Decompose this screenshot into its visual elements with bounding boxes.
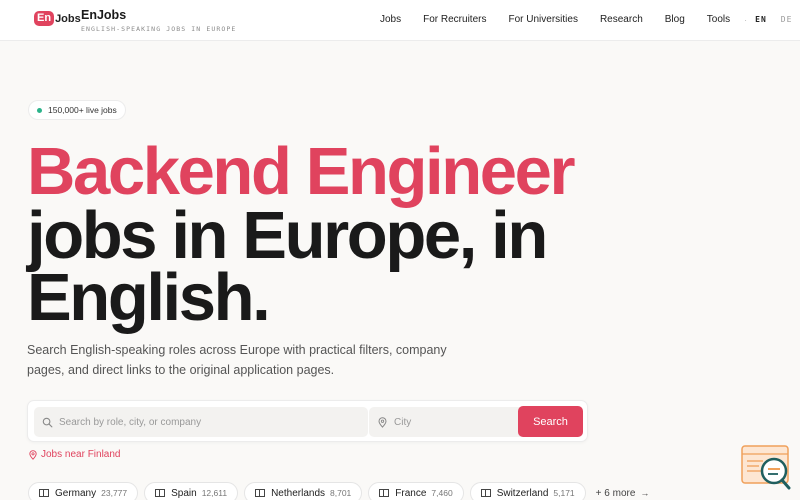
nav-separator: · [744, 14, 748, 25]
logo-en-mark: En [34, 11, 55, 26]
nav-blog[interactable]: Blog [665, 14, 685, 25]
country-chip-spain[interactable]: Spain 12,611 [144, 482, 239, 500]
brand-name[interactable]: EnJobs [81, 8, 126, 22]
search-icon [42, 417, 53, 427]
country-name: France [395, 487, 427, 499]
nav-tools[interactable]: Tools [707, 14, 730, 25]
country-count: 8,701 [330, 488, 352, 498]
search-button[interactable]: Search [518, 406, 583, 437]
flag-icon [255, 489, 266, 497]
jobs-near-link[interactable]: Jobs near Finland [28, 449, 121, 460]
live-jobs-badge: 150,000+ live jobs [28, 100, 126, 120]
map-pin-icon [29, 449, 37, 460]
jobs-near-label: Jobs near Finland [41, 449, 121, 460]
country-chip-switzerland[interactable]: Switzerland 5,171 [469, 482, 586, 500]
country-name: Spain [171, 487, 197, 499]
main-nav: Jobs For Recruiters For Universities Res… [380, 14, 792, 25]
search-form: Search by role, city, or company City Se… [27, 400, 588, 442]
city-placeholder: City [394, 416, 412, 428]
logo-jobs-text: Jobs [55, 12, 81, 25]
city-input[interactable]: City [369, 407, 539, 437]
nav-for-recruiters[interactable]: For Recruiters [423, 14, 486, 25]
live-status-dot [37, 107, 42, 113]
live-jobs-text: 150,000+ live jobs [48, 105, 117, 115]
country-chip-germany[interactable]: Germany 23,777 [28, 482, 139, 500]
flag-icon [39, 489, 49, 497]
country-name: Netherlands [271, 487, 325, 499]
map-pin-icon [378, 416, 387, 428]
country-chips: Germany 23,777 Spain 12,611 Netherlands … [28, 482, 659, 500]
hero-subtitle: Search English-speaking roles across Eur… [27, 343, 447, 377]
country-count: 23,777 [101, 488, 128, 498]
country-count: 7,460 [431, 488, 453, 498]
flag-icon [155, 489, 166, 497]
logo[interactable]: En Jobs [34, 11, 81, 26]
country-chip-france[interactable]: France 7,460 [368, 482, 464, 500]
country-chip-netherlands[interactable]: Netherlands 8,701 [244, 482, 363, 500]
site-header: En Jobs EnJobs ENGLISH-SPEAKING JOBS IN … [0, 0, 800, 41]
hero-title-line2: jobs in Europe, in [27, 198, 548, 273]
country-count: 12,611 [201, 488, 228, 498]
search-placeholder: Search by role, city, or company [59, 416, 202, 428]
lang-de-button[interactable]: DE [781, 15, 793, 24]
nav-for-universities[interactable]: For Universities [508, 14, 577, 25]
floating-help-widget[interactable] [741, 445, 791, 491]
flag-icon [480, 489, 491, 497]
country-count: 5,171 [553, 488, 575, 498]
nav-jobs[interactable]: Jobs [380, 14, 401, 25]
hero-title-line3: English. [27, 260, 271, 335]
flag-icon [379, 489, 390, 497]
country-name: Switzerland [496, 487, 549, 499]
nav-research[interactable]: Research [600, 14, 643, 25]
lang-en-button[interactable]: EN [755, 15, 767, 24]
chat-search-icon [741, 445, 791, 490]
hero-title-role: Backend Engineer [27, 134, 576, 209]
more-countries-label: + 6 more [595, 487, 636, 499]
more-countries-button[interactable]: + 6 more → [592, 482, 654, 500]
search-input[interactable]: Search by role, city, or company [34, 407, 368, 437]
brand-tagline: ENGLISH-SPEAKING JOBS IN EUROPE [81, 25, 237, 33]
arrow-right-icon: → [640, 488, 650, 498]
country-name: Germany [55, 487, 97, 499]
